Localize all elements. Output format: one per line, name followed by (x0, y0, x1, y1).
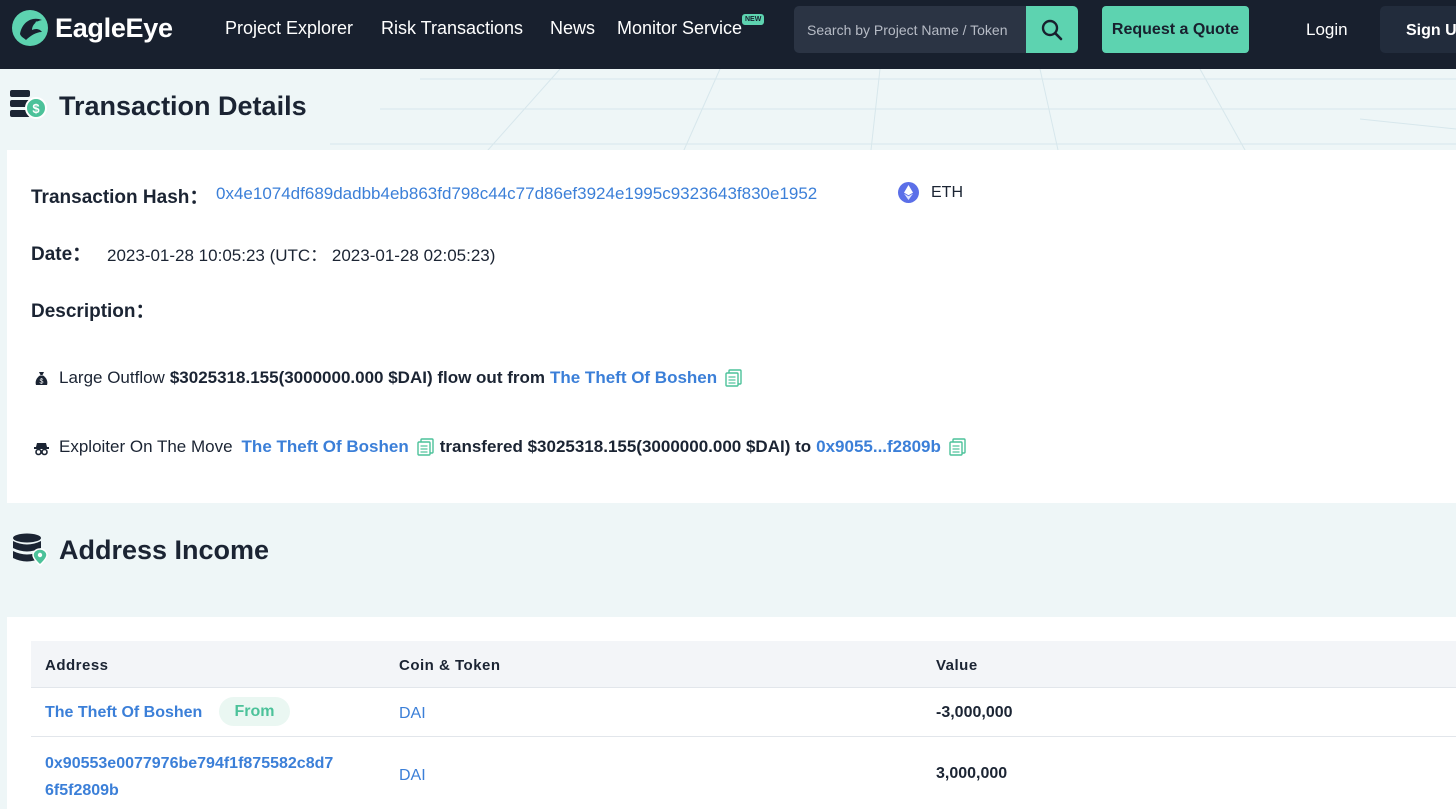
exploiter-transfer-text: transfered $3025318.155(3000000.000 $DAI… (439, 437, 812, 456)
eagle-logo-icon (12, 10, 48, 46)
copy-icon[interactable] (417, 438, 434, 456)
svg-text:$: $ (40, 378, 44, 385)
date-value: 2023-01-28 10:05:23 (UTC： 2023-01-28 02:… (107, 246, 496, 265)
chain-label: ETH (931, 184, 963, 201)
description-label: Description： (31, 301, 155, 322)
spy-icon (34, 442, 49, 455)
token-link[interactable]: DAI (399, 767, 426, 785)
value-cell: -3,000,000 (936, 704, 1013, 721)
outflow-prefix: Large Outflow (59, 368, 165, 387)
nav-news[interactable]: News (550, 18, 595, 39)
ethereum-icon (898, 182, 919, 203)
address-income-icon (13, 533, 48, 566)
transaction-hash-link[interactable]: 0x4e1074df689dadbb4eb863fd798c44c77d86ef… (216, 184, 817, 204)
table-header: Address Coin & Token Value (31, 641, 1456, 688)
search-input[interactable] (794, 6, 1025, 53)
transaction-details-title: Transaction Details (59, 91, 307, 121)
hash-label: Transaction Hash： (31, 187, 209, 208)
nav-project-explorer[interactable]: Project Explorer (225, 18, 353, 39)
address-income-title: Address Income (59, 535, 270, 565)
address-link[interactable]: The Theft Of Boshen (45, 704, 202, 722)
brand-name: EagleEye (55, 12, 173, 43)
description-item-large-outflow: $ Large Outflow $3025318.155(3000000.000… (33, 368, 748, 388)
address-link[interactable]: 0x90553e0077976be794f1f875582c8d7 6f5f28… (45, 750, 333, 804)
svg-text:$: $ (32, 101, 40, 116)
table-row: 0x90553e0077976be794f1f875582c8d7 6f5f28… (31, 737, 1456, 809)
date-label: Date： (31, 244, 92, 265)
column-coin-token: Coin & Token (399, 657, 501, 674)
nav-risk-transactions[interactable]: Risk Transactions (381, 18, 523, 39)
exploiter-target-link[interactable]: 0x9055...f2809b (816, 437, 941, 457)
outflow-amount: $3025318.155(3000000.000 $DAI) flow out … (169, 368, 545, 387)
column-value: Value (936, 657, 978, 674)
exploiter-entity-link[interactable]: The Theft Of Boshen (242, 437, 409, 457)
request-quote-button[interactable]: Request a Quote (1102, 6, 1249, 53)
search-button[interactable] (1026, 6, 1078, 53)
search-box (794, 6, 1078, 53)
money-bag-icon: $ (35, 371, 48, 385)
logo[interactable]: EagleEye (10, 8, 173, 48)
copy-icon[interactable] (725, 369, 742, 387)
top-navbar: EagleEye Project Explorer Risk Transacti… (0, 0, 1456, 69)
value-cell: 3,000,000 (936, 765, 1008, 782)
table-row: The Theft Of Boshen From DAI -3,000,000 (31, 688, 1456, 737)
copy-icon[interactable] (949, 438, 966, 456)
outflow-entity-link[interactable]: The Theft Of Boshen (550, 368, 717, 388)
login-link[interactable]: Login (1306, 20, 1348, 40)
column-address: Address (45, 657, 109, 674)
nav-monitor-service[interactable]: Monitor Service (617, 18, 742, 39)
new-badge: NEW (742, 14, 765, 25)
search-icon (1041, 19, 1063, 40)
signup-button[interactable]: Sign Up (1380, 6, 1456, 53)
from-badge: From (219, 697, 290, 726)
exploiter-prefix: Exploiter On The Move (59, 437, 233, 456)
transaction-details-icon: $ (10, 90, 47, 119)
address-line-2: 6f5f2809b (45, 782, 119, 799)
token-link[interactable]: DAI (399, 705, 426, 723)
description-item-exploiter: Exploiter On The Move The Theft Of Boshe… (33, 437, 972, 457)
address-line-1: 0x90553e0077976be794f1f875582c8d7 (45, 755, 334, 772)
